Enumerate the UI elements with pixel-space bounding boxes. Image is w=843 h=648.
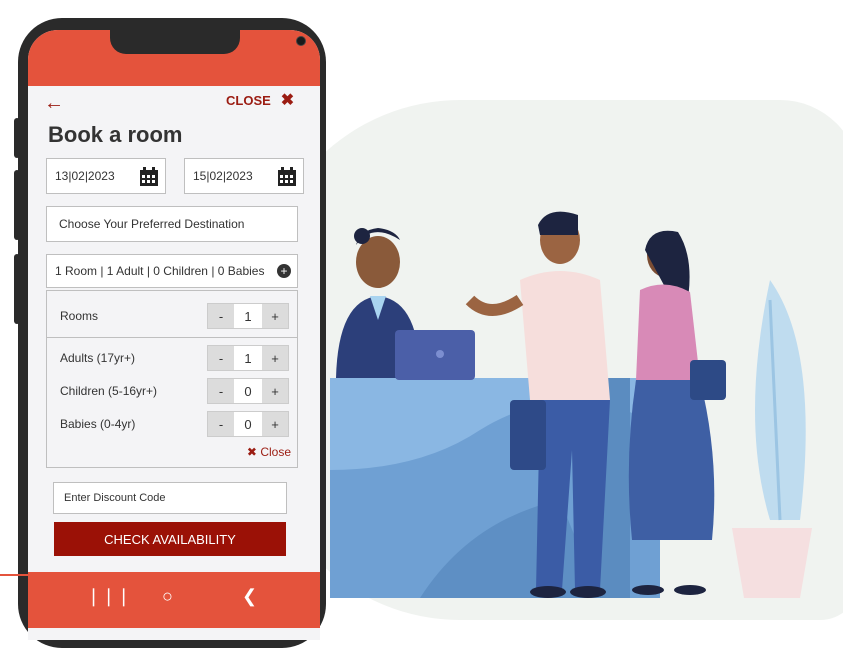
adults-minus-button[interactable]: - [208,346,234,370]
children-stepper: - 0 + [207,378,289,404]
back-arrow-icon[interactable]: ← [44,92,64,115]
plant [732,280,812,598]
babies-row: Babies (0-4yr) - 0 + [47,409,297,439]
guests-panel: Rooms - 1 + Adults (17yr+) - 1 + Childre… [46,290,298,468]
children-minus-button[interactable]: - [208,379,234,403]
camera-icon [296,36,306,46]
rooms-stepper: - 1 + [207,303,289,329]
checkin-date-value: 13|02|2023 [55,169,115,183]
checkout-date-value: 15|02|2023 [193,169,253,183]
volume-button [14,170,20,240]
rooms-plus-button[interactable]: + [262,304,288,328]
desk [330,378,660,598]
divider [47,337,297,338]
notch [110,30,306,54]
children-plus-button[interactable]: + [262,379,288,403]
close-icon: ✖ [280,92,295,109]
power-button [14,254,20,324]
destination-select[interactable]: Choose Your Preferred Destination [46,206,298,242]
rooms-label: Rooms [60,309,99,323]
adults-value: 1 [234,346,262,370]
babies-stepper: - 0 + [207,411,289,437]
rooms-row: Rooms - 1 + [47,301,297,331]
android-nav-bar: ❘❘❘ ○ ❮ [28,572,320,628]
page-title: Book a room [48,122,183,147]
panel-close-label: Close [260,445,291,459]
children-label: Children (5-16yr+) [60,384,158,398]
adults-label: Adults (17yr+) [60,351,136,365]
babies-value: 0 [234,412,262,436]
adults-row: Adults (17yr+) - 1 + [47,343,297,373]
babies-plus-button[interactable]: + [262,412,288,436]
children-row: Children (5-16yr+) - 0 + [47,376,297,406]
checkout-date-field[interactable]: 15|02|2023 [184,158,304,194]
receptionist [336,228,475,380]
discount-code-input[interactable]: Enter Discount Code [53,482,287,514]
adults-stepper: - 1 + [207,345,289,371]
close-label: CLOSE [226,92,271,108]
babies-minus-button[interactable]: - [208,412,234,436]
checkin-date-field[interactable]: 13|02|2023 [46,158,166,194]
decorative-line [0,574,28,576]
check-availability-button[interactable]: CHECK AVAILABILITY [54,522,286,556]
recent-apps-icon[interactable]: ❘❘❘ [86,586,131,607]
babies-label: Babies (0-4yr) [60,417,136,431]
calendar-icon[interactable] [139,167,159,187]
close-icon: ✖ [246,445,257,459]
discount-placeholder: Enter Discount Code [64,492,166,504]
phone-screen: ← CLOSE ✖ Book a room 13|02|2023 15|02|2… [28,30,320,640]
guests-summary: 1 Room | 1 Adult | 0 Children | 0 Babies [55,264,265,278]
volume-button [14,118,20,158]
close-button[interactable]: CLOSE ✖ [226,90,294,110]
children-value: 0 [234,379,262,403]
expand-plus-icon[interactable]: + [277,264,291,278]
home-icon[interactable]: ○ [162,586,173,607]
calendar-icon[interactable] [277,167,297,187]
panel-close-button[interactable]: ✖ Close [247,445,291,459]
rooms-minus-button[interactable]: - [208,304,234,328]
guests-selector[interactable]: 1 Room | 1 Adult | 0 Children | 0 Babies… [46,254,298,288]
rooms-value: 1 [234,304,262,328]
destination-placeholder: Choose Your Preferred Destination [59,217,245,231]
adults-plus-button[interactable]: + [262,346,288,370]
back-nav-icon[interactable]: ❮ [242,586,257,607]
